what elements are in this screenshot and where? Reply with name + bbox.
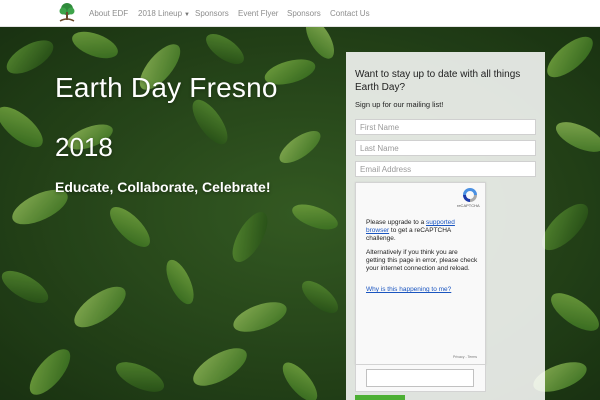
privacy-terms-link[interactable]: Privacy - Terms: [453, 355, 477, 359]
recaptcha-icon: [463, 188, 477, 202]
recaptcha-msg-prefix: Please upgrade to a: [366, 219, 426, 226]
signup-subheading: Sign up for our mailing list!: [355, 100, 444, 109]
hero-year: 2018: [55, 132, 113, 162]
chevron-down-icon: ▼: [184, 12, 190, 18]
nav-sponsors-2[interactable]: Sponsors: [287, 9, 321, 18]
top-nav: About EDF 2018 Lineup ▼ Sponsors Event Fl…: [0, 0, 600, 27]
nav-lineup[interactable]: 2018 Lineup ▼: [138, 9, 190, 18]
nav-about[interactable]: About EDF: [89, 9, 128, 18]
signup-panel: Want to stay up to date with all things …: [346, 52, 545, 400]
subscribe-button[interactable]: [355, 395, 405, 400]
recaptcha-alt-message: Alternatively if you think you are getti…: [366, 249, 478, 272]
last-name-field[interactable]: [355, 140, 536, 156]
why-link[interactable]: Why is this happening to me?: [366, 286, 451, 293]
nav-contact[interactable]: Contact Us: [330, 9, 370, 18]
hero-tagline: Educate, Collaborate, Celebrate!: [55, 179, 271, 195]
nav-lineup-label: 2018 Lineup: [138, 9, 183, 18]
email-field[interactable]: [355, 161, 536, 177]
nav-sponsors[interactable]: Sponsors: [195, 9, 229, 18]
recaptcha-brand: reCAPTCHA: [457, 203, 480, 208]
recaptcha-upgrade-message: Please upgrade to a supported browser to…: [366, 219, 478, 243]
hero-title: Earth Day Fresno: [55, 72, 278, 103]
nav-event-flyer[interactable]: Event Flyer: [238, 9, 278, 18]
first-name-field[interactable]: [355, 119, 536, 135]
tree-logo-icon[interactable]: [57, 2, 77, 24]
signup-heading: Want to stay up to date with all things …: [355, 69, 521, 93]
recaptcha-widget: reCAPTCHA Please upgrade to a supported …: [355, 182, 486, 365]
recaptcha-response-field[interactable]: [366, 369, 474, 387]
